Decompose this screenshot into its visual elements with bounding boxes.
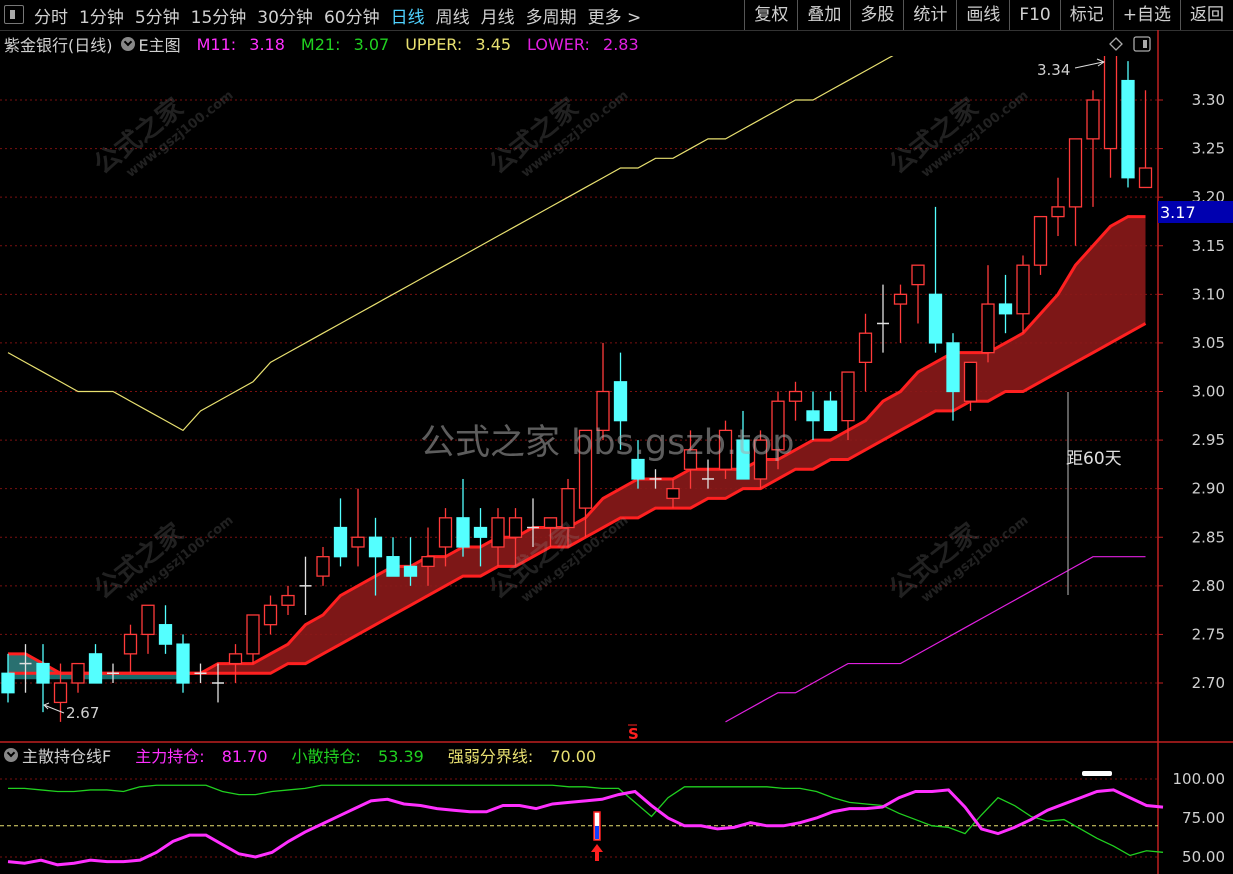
candle-body (36, 662, 50, 684)
candle-body (71, 662, 85, 684)
sub-tick-label: 75.00 (1182, 809, 1225, 827)
dropdown-icon[interactable] (4, 748, 18, 762)
candle-body (246, 614, 260, 655)
current-price-label: 3.17 (1160, 203, 1196, 222)
sub-marker (1082, 771, 1112, 776)
sub-chart-legend: 主散持仓线F 主力持仓: 81.70 小散持仓: 53.39 强弱分界线: 70… (4, 744, 620, 766)
candle-body (981, 303, 995, 354)
candle-body (123, 633, 138, 655)
stock-name: 紫金银行(日线) (4, 36, 113, 55)
price-tick-label: 2.70 (1192, 674, 1225, 692)
candle-body (806, 410, 820, 422)
candle-body (911, 264, 925, 286)
candle-body (1068, 138, 1083, 208)
candle-body (141, 604, 155, 636)
main-position-legend: 主力持仓: 81.70 (135, 747, 268, 766)
high-arrow-icon (1074, 58, 1106, 69)
candle-body (1033, 215, 1048, 266)
candle-body (53, 682, 68, 704)
main-position-line (7, 788, 1164, 867)
high-price-label: 3.34 (1037, 61, 1070, 79)
candle-body (438, 517, 453, 548)
m21-legend: M21: 3.07 (300, 34, 390, 54)
main-chart-legend: 紫金银行(日线) E主图 M11: 3.18 M21: 3.07 UPPER: … (4, 32, 655, 56)
candle-body (1051, 206, 1065, 218)
candle-body (491, 517, 505, 548)
candle-body (998, 303, 1013, 315)
upper-legend: UPPER: 3.45 (405, 34, 512, 54)
candle-body (1086, 99, 1100, 140)
candle-body (386, 556, 400, 577)
price-tick-label: 3.00 (1192, 383, 1225, 401)
sub-tick-label: 50.00 (1182, 848, 1225, 866)
price-tick-label: 2.90 (1192, 480, 1225, 498)
candle-body (1, 672, 15, 694)
candle-body (946, 342, 960, 393)
candle-body (1016, 264, 1030, 315)
dropdown-icon[interactable] (120, 37, 135, 51)
candle-body (316, 556, 330, 577)
candle-body (176, 643, 190, 684)
candle-body (963, 361, 978, 402)
candle-body (666, 488, 680, 500)
candle-body (788, 390, 803, 402)
sub-indicator-selector[interactable]: 主散持仓线F (4, 743, 123, 767)
price-tick-label: 3.25 (1192, 140, 1225, 158)
signal-arrow-icon (591, 844, 603, 861)
candle-body (333, 526, 348, 558)
price-tick-label: 3.30 (1192, 91, 1225, 109)
candle-body (1138, 167, 1153, 189)
sub-indicator-name: 主散持仓线F (22, 747, 112, 766)
retail-position-legend: 小散持仓: 53.39 (291, 747, 424, 766)
candle-body (403, 565, 418, 577)
signal-bar-fill (595, 826, 599, 839)
diamond-icon (1109, 37, 1123, 51)
low-price-label: 2.67 (66, 704, 99, 722)
price-tick-label: 2.80 (1192, 577, 1225, 595)
price-tick-label: 2.75 (1192, 625, 1225, 643)
candle-body (928, 293, 943, 344)
candle-body (263, 604, 278, 626)
candle-body (1121, 79, 1135, 179)
sub-tick-label: 100.00 (1173, 770, 1226, 788)
price-tick-label: 3.10 (1192, 285, 1225, 303)
candle-body (88, 653, 103, 684)
candle-body (508, 517, 523, 538)
price-tick-label: 3.05 (1192, 334, 1225, 352)
candle-body (823, 400, 838, 432)
indicator-selector[interactable]: E主图 (120, 32, 189, 56)
price-tick-label: 2.95 (1192, 431, 1225, 449)
retail-position-line (8, 784, 1164, 857)
candle-body (1103, 56, 1118, 150)
window-icon (1133, 36, 1151, 52)
candle-body (368, 536, 383, 558)
candle-body (858, 332, 873, 364)
candle-body (421, 556, 435, 568)
main-indicator-name: E主图 (138, 36, 181, 55)
candle-body (473, 526, 488, 538)
candle-body (228, 653, 243, 665)
price-tick-label: 2.85 (1192, 528, 1225, 546)
candle-body (351, 536, 365, 548)
candle-body (456, 517, 470, 548)
candle-body (281, 594, 295, 606)
window-icon-fill (1143, 40, 1147, 48)
candle-body (893, 293, 908, 305)
center-watermark: 公式之家 bbs.gszb.top (420, 423, 795, 463)
candle-body (841, 371, 855, 422)
m11-legend: M11: 3.18 (196, 34, 285, 54)
candle-body (158, 624, 173, 645)
price-tick-label: 3.15 (1192, 237, 1225, 255)
days-label: 距60天 (1066, 449, 1122, 469)
lower-legend: LOWER: 2.83 (527, 34, 639, 54)
threshold-legend: 强弱分界线: 70.00 (447, 747, 597, 766)
signal-marker: S (628, 725, 639, 743)
